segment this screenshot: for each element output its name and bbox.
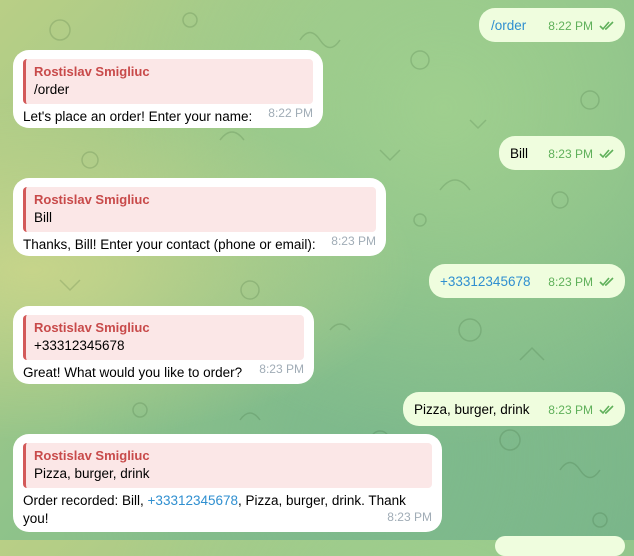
message-time: 8:23 PM <box>387 510 432 524</box>
message-time: 8:22 PM <box>548 19 593 33</box>
reply-quote[interactable]: Rostislav Smigliuc /order <box>23 59 313 104</box>
reply-quote-text: +33312345678 <box>34 338 125 353</box>
read-double-check-icon <box>599 274 615 292</box>
reply-author-name: Rostislav Smigliuc <box>34 320 150 335</box>
message-time: 8:23 PM <box>548 275 593 289</box>
reply-quote[interactable]: Rostislav Smigliuc +33312345678 <box>23 315 304 360</box>
incoming-message[interactable]: Rostislav Smigliuc Pizza, burger, drink … <box>13 434 442 532</box>
outgoing-message[interactable]: Pizza, burger, drink 8:23 PM <box>403 392 625 426</box>
read-double-check-icon <box>599 402 615 420</box>
message-time: 8:23 PM <box>548 403 593 417</box>
message-time: 8:23 PM <box>331 234 376 248</box>
outgoing-message[interactable]: Bill 8:23 PM <box>499 136 625 170</box>
message-text-start: Order recorded: Bill, <box>23 493 148 508</box>
message-text: Order recorded: Bill, +33312345678, Pizz… <box>23 492 418 528</box>
read-double-check-icon <box>599 18 615 36</box>
message-text: Pizza, burger, drink <box>414 402 530 417</box>
reply-author-name: Rostislav Smigliuc <box>34 448 150 463</box>
phone-link[interactable]: +33312345678 <box>440 273 530 291</box>
message-text: Bill <box>510 146 529 161</box>
phone-link[interactable]: +33312345678 <box>148 493 238 508</box>
reply-author-name: Rostislav Smigliuc <box>34 64 150 79</box>
message-time: 8:23 PM <box>259 362 304 376</box>
outgoing-message[interactable]: /order 8:22 PM <box>479 8 625 42</box>
command-link[interactable]: /order <box>491 17 526 35</box>
incoming-message[interactable]: Rostislav Smigliuc /order Let's place an… <box>13 50 323 128</box>
message-time: 8:22 PM <box>268 106 313 120</box>
reply-quote[interactable]: Rostislav Smigliuc Bill <box>23 187 376 232</box>
outgoing-message[interactable]: +33312345678 8:23 PM <box>429 264 625 298</box>
reply-quote[interactable]: Rostislav Smigliuc Pizza, burger, drink <box>23 443 432 488</box>
reply-quote-text: Bill <box>34 210 53 225</box>
chat-window: { "colors": { "incoming_bubble": "#fffff… <box>0 0 634 556</box>
reply-quote-text: /order <box>34 82 70 97</box>
outgoing-message-partial[interactable] <box>495 536 625 556</box>
message-time: 8:23 PM <box>548 147 593 161</box>
read-double-check-icon <box>599 146 615 164</box>
incoming-message[interactable]: Rostislav Smigliuc Bill Thanks, Bill! En… <box>13 178 386 256</box>
reply-author-name: Rostislav Smigliuc <box>34 192 150 207</box>
reply-quote-text: Pizza, burger, drink <box>34 466 150 481</box>
incoming-message[interactable]: Rostislav Smigliuc +33312345678 Great! W… <box>13 306 314 384</box>
message-text: Thanks, Bill! Enter your contact (phone … <box>23 237 316 252</box>
